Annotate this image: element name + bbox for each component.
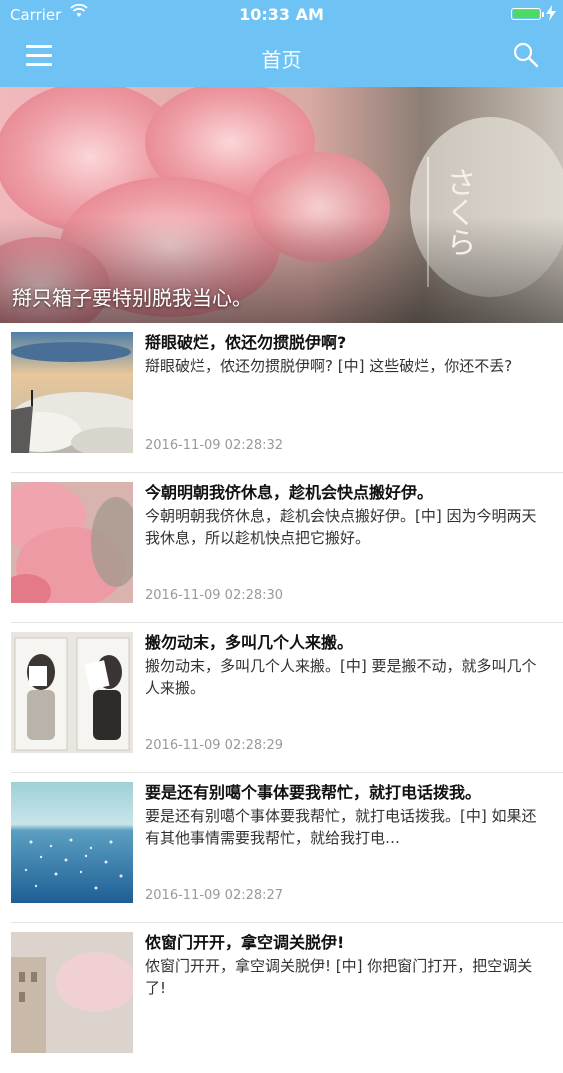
list-item[interactable]: 侬窗门开开，拿空调关脱伊! 侬窗门开开，拿空调关脱伊! [中] 你把窗门打开，把… bbox=[0, 923, 563, 1073]
thumbnail-image bbox=[11, 782, 133, 903]
thumbnail-image bbox=[11, 632, 133, 753]
search-icon[interactable] bbox=[511, 40, 541, 70]
battery-tip bbox=[542, 12, 544, 17]
item-title: 今朝明朝我侪休息，趁机会快点搬好伊。 bbox=[145, 483, 434, 502]
item-date: 2016-11-09 02:28:32 bbox=[145, 438, 284, 453]
item-title: 侬窗门开开，拿空调关脱伊! bbox=[145, 933, 345, 952]
list-item[interactable]: 搿眼破烂，侬还勿掼脱伊啊? 搿眼破烂，侬还勿掼脱伊啊? [中] 这些破烂，你还不… bbox=[0, 323, 563, 473]
item-date: 2016-11-09 02:28:30 bbox=[145, 588, 284, 603]
banner-watermark: さくら bbox=[441, 167, 476, 257]
item-summary: 搬勿动末，多叫几个人来搬。[中] 要是搬不动，就多叫几个人来搬。 bbox=[145, 657, 537, 697]
battery-icon bbox=[511, 8, 541, 20]
list-item[interactable]: 要是还有别噶个事体要我帮忙，就打电话拨我。 要是还有别噶个事体要我帮忙，就打电话… bbox=[0, 773, 563, 923]
item-date: 2016-11-09 02:28:29 bbox=[145, 738, 284, 753]
item-date: 2016-11-09 02:28:27 bbox=[145, 888, 284, 903]
thumbnail-image bbox=[11, 932, 133, 1053]
article-list: 搿眼破烂，侬还勿掼脱伊啊? 搿眼破烂，侬还勿掼脱伊啊? [中] 这些破烂，你还不… bbox=[0, 323, 563, 1073]
item-title: 搿眼破烂，侬还勿掼脱伊啊? bbox=[145, 333, 347, 352]
banner-caption: 搿只箱子要特别脱我当心。 bbox=[12, 286, 252, 310]
item-title: 要是还有别噶个事体要我帮忙，就打电话拨我。 bbox=[145, 783, 482, 802]
item-summary: 要是还有别噶个事体要我帮忙，就打电话拨我。[中] 如果还有其他事情需要我帮忙，就… bbox=[145, 807, 537, 847]
list-item[interactable]: 搬勿动末，多叫几个人来搬。 搬勿动末，多叫几个人来搬。[中] 要是搬不动，就多叫… bbox=[0, 623, 563, 773]
item-summary: 搿眼破烂，侬还勿掼脱伊啊? [中] 这些破烂，你还不丢? bbox=[145, 357, 513, 375]
page-title: 首页 bbox=[261, 48, 302, 72]
item-summary: 今朝明朝我侪休息，趁机会快点搬好伊。[中] 因为今明两天我休息，所以趁机快点把它… bbox=[145, 507, 537, 547]
item-summary: 侬窗门开开，拿空调关脱伊! [中] 你把窗门打开，把空调关了! bbox=[145, 957, 533, 997]
banner-watermark-text: さくら bbox=[441, 167, 476, 257]
top-bar: Carrier 10:33 AM 首页 bbox=[0, 0, 563, 87]
navigation-bar: 首页 bbox=[0, 30, 563, 87]
charging-bolt-icon bbox=[546, 5, 556, 21]
thumbnail-image bbox=[11, 332, 133, 453]
featured-banner[interactable]: さくら 搿只箱子要特别脱我当心。 bbox=[0, 87, 563, 323]
item-title: 搬勿动末，多叫几个人来搬。 bbox=[145, 633, 354, 652]
thumbnail-image bbox=[11, 482, 133, 603]
list-item[interactable]: 今朝明朝我侪休息，趁机会快点搬好伊。 今朝明朝我侪休息，趁机会快点搬好伊。[中]… bbox=[0, 473, 563, 623]
status-bar: Carrier 10:33 AM bbox=[0, 0, 563, 30]
status-time: 10:33 AM bbox=[239, 5, 324, 24]
